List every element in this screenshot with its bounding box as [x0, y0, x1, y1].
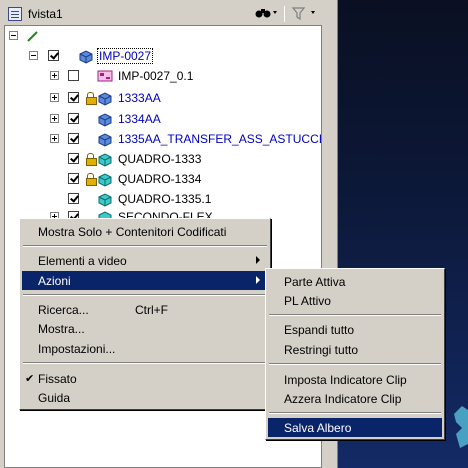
menu-item-label: Mostra...: [38, 322, 85, 336]
menu-item-salva-albero[interactable]: Salva Albero: [268, 418, 442, 437]
menu-item-label: Guida: [38, 391, 71, 405]
menu-item-azioni[interactable]: Azioni: [22, 271, 268, 290]
menu-item-ricerca[interactable]: Ricerca... Ctrl+F: [22, 300, 268, 319]
menu-item-restringi-tutto[interactable]: Restringi tutto: [268, 340, 442, 359]
toolbar-separator: [284, 6, 285, 22]
tree-node-label[interactable]: 1335AA_TRANSFER_ASS_ASTUCCI: [118, 132, 321, 146]
visibility-checkbox[interactable]: [68, 173, 79, 184]
tree-node-label[interactable]: IMP-0027_0.1: [118, 69, 193, 83]
assembly-icon: [79, 50, 93, 64]
visibility-checkbox[interactable]: [68, 113, 79, 124]
panel-title: fvista1: [28, 7, 63, 21]
tree-node-label[interactable]: IMP-0027: [97, 48, 154, 64]
menu-separator: [23, 294, 267, 296]
lock-icon: [86, 153, 97, 166]
drawing-icon: [97, 70, 113, 82]
menu-item-label: Parte Attiva: [284, 275, 346, 289]
panel-titlebar: fvista1: [2, 3, 324, 25]
menu-item-label: Azioni: [38, 274, 71, 288]
menu-item-fissato[interactable]: ✔ Fissato: [22, 369, 268, 388]
menu-item-label: Imposta Indicatore Clip: [284, 373, 407, 387]
menu-item-label: Fissato: [38, 372, 77, 386]
menu-item-guida[interactable]: Guida: [22, 388, 268, 407]
assembly-icon: [98, 92, 112, 106]
menu-item-elementi-a-video[interactable]: Elementi a video: [22, 251, 268, 270]
model-shape-icon: [454, 406, 468, 448]
menu-item-imposta-indicatore-clip[interactable]: Imposta Indicatore Clip: [268, 370, 442, 389]
menu-separator: [23, 245, 267, 247]
assembly-icon: [98, 113, 112, 127]
tree-node-label[interactable]: QUADRO-1333: [118, 152, 201, 166]
lock-icon: [86, 173, 97, 186]
menu-separator: [269, 363, 441, 365]
tree-node-label[interactable]: QUADRO-1334: [118, 172, 201, 186]
menu-item-label: Ricerca...: [38, 303, 89, 317]
expand-toggle[interactable]: [50, 93, 59, 102]
assembly-icon: [98, 133, 112, 147]
tree-row[interactable]: 1333AA: [5, 89, 321, 107]
part-icon: [98, 193, 112, 207]
visibility-checkbox[interactable]: [68, 193, 79, 204]
menu-item-label: Espandi tutto: [284, 323, 355, 337]
menu-item-label: PL Attivo: [284, 294, 331, 308]
submenu-arrow-icon: [256, 276, 260, 284]
menu-separator: [269, 314, 441, 316]
part-icon: [98, 173, 112, 187]
menu-item-azzera-indicatore-clip[interactable]: Azzera Indicatore Clip: [268, 389, 442, 408]
tree-row[interactable]: 1334AA: [5, 110, 321, 128]
menu-item-parte-attiva[interactable]: Parte Attiva: [268, 272, 442, 291]
tree-row[interactable]: QUADRO-1333: [5, 150, 321, 168]
menu-item-label: Salva Albero: [284, 421, 352, 435]
context-menu: Mostra Solo + Contenitori Codificati Ele…: [19, 218, 271, 410]
menu-item-label: Mostra Solo + Contenitori Codificati: [38, 225, 227, 239]
tree-node-label[interactable]: 1334AA: [118, 112, 161, 126]
collapse-toggle[interactable]: [29, 51, 38, 60]
menu-item-label: Impostazioni...: [38, 342, 116, 356]
menu-item-mostra-solo[interactable]: Mostra Solo + Contenitori Codificati: [22, 222, 268, 241]
checkmark-icon: ✔: [25, 373, 35, 385]
menu-item-label: Restringi tutto: [284, 343, 359, 357]
menu-item-pl-attivo[interactable]: PL Attivo: [268, 291, 442, 310]
expand-toggle[interactable]: [50, 114, 59, 123]
visibility-checkbox[interactable]: [48, 50, 59, 61]
part-icon: [98, 153, 112, 167]
tree-node-label[interactable]: 1333AA: [118, 91, 161, 105]
menu-item-label: Elementi a video: [38, 254, 127, 268]
tree-view-icon: [8, 7, 22, 21]
tree-row[interactable]: IMP-0027_0.1: [5, 67, 321, 85]
tree-row-assembly[interactable]: IMP-0027: [5, 47, 321, 65]
menu-item-shortcut: Ctrl+F: [135, 303, 168, 317]
menu-separator: [269, 412, 441, 414]
visibility-checkbox[interactable]: [68, 153, 79, 164]
submenu-arrow-icon: [256, 256, 260, 264]
filter-icon[interactable]: [291, 5, 319, 23]
visibility-checkbox[interactable]: [68, 133, 79, 144]
menu-item-impostazioni[interactable]: Impostazioni...: [22, 339, 268, 358]
expand-toggle[interactable]: [50, 134, 59, 143]
lock-icon: [86, 92, 97, 105]
expand-toggle[interactable]: [50, 71, 59, 80]
binoculars-search-icon[interactable]: [254, 5, 278, 23]
menu-separator: [23, 362, 267, 364]
tree-row[interactable]: QUADRO-1335.1: [5, 190, 321, 208]
tree-root-row[interactable]: [5, 27, 321, 45]
tree-row[interactable]: QUADRO-1334: [5, 170, 321, 188]
menu-item-label: Azzera Indicatore Clip: [284, 392, 402, 406]
collapse-toggle[interactable]: [9, 31, 18, 40]
tree-node-label[interactable]: QUADRO-1335.1: [118, 192, 211, 206]
tree-row[interactable]: 1335AA_TRANSFER_ASS_ASTUCCI: [5, 130, 321, 148]
pencil-icon: [27, 31, 38, 42]
menu-item-espandi-tutto[interactable]: Espandi tutto: [268, 320, 442, 339]
menu-item-mostra[interactable]: Mostra...: [22, 319, 268, 338]
visibility-checkbox[interactable]: [68, 92, 79, 103]
azioni-submenu: Parte Attiva PL Attivo Espandi tutto Res…: [265, 268, 445, 440]
visibility-checkbox[interactable]: [68, 70, 79, 81]
